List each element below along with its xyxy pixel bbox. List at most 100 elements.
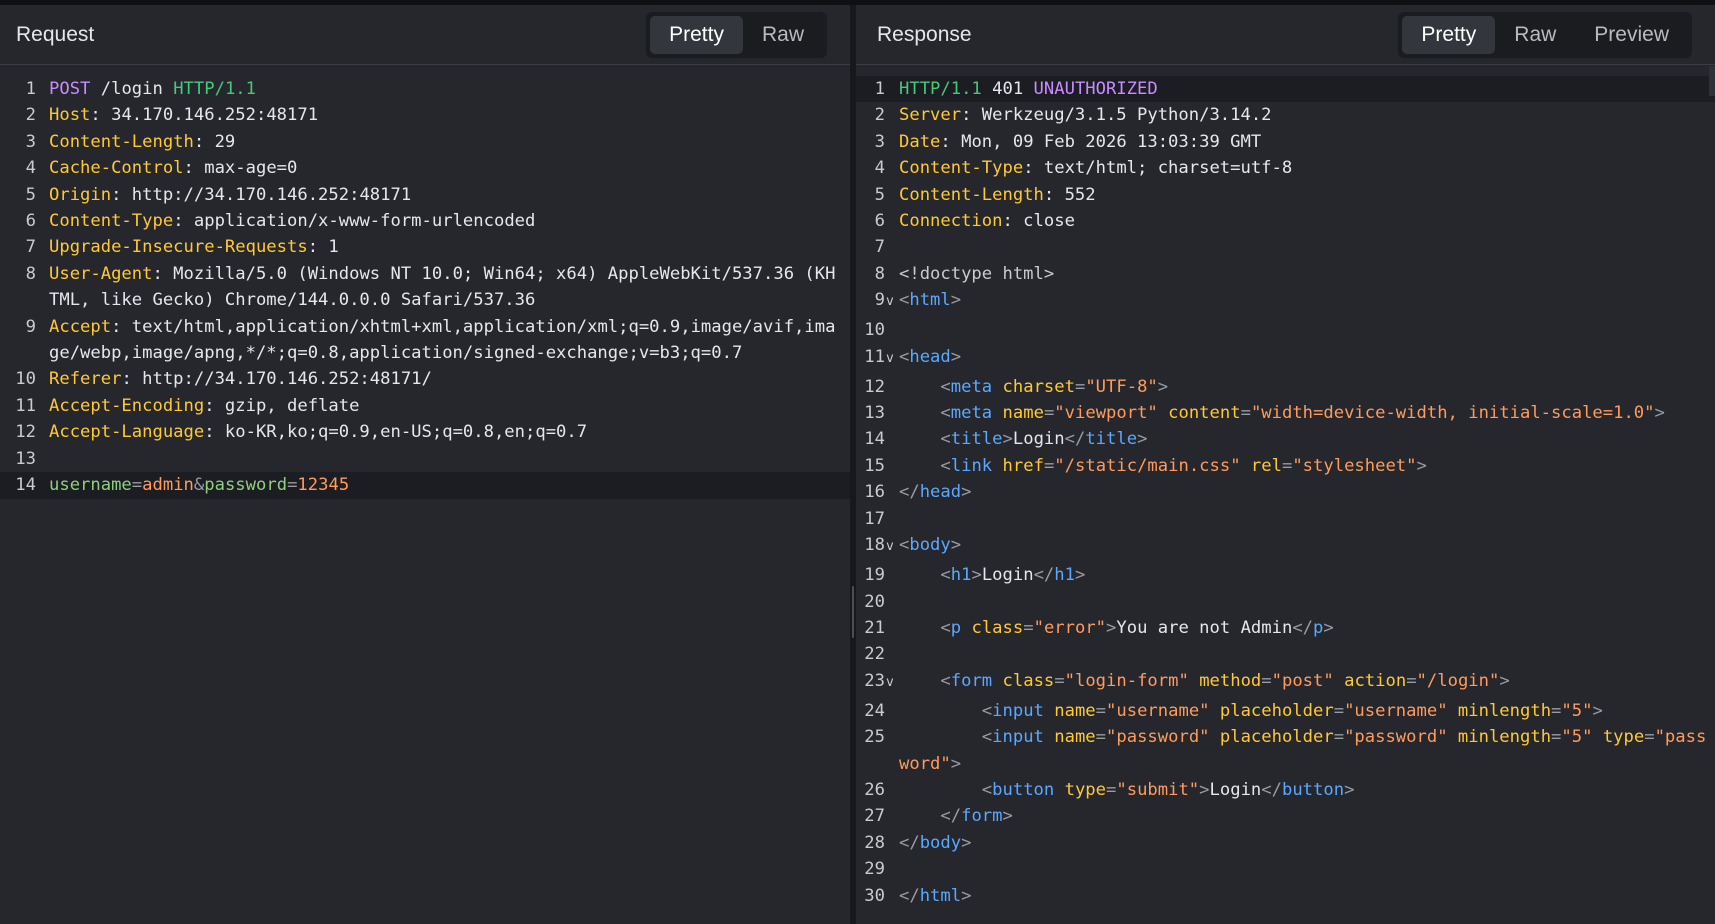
line-text: <head> [899,344,1715,374]
line-number: 7 [874,237,885,258]
gutter-gap [36,155,49,181]
request-view-tabs: Pretty Raw [646,11,827,58]
gutter-gap [36,182,49,208]
fold-toggle-icon[interactable]: v [885,287,899,317]
request-editor[interactable]: 1 POST /login HTTP/1.1 2 Host: 34.170.146.2… [0,65,850,499]
code-token: 12345 [297,475,350,496]
line-number: 9 [25,316,36,337]
code-token: title [1085,429,1138,450]
code-token: /login [90,79,174,99]
line-number: 19 [864,565,885,586]
code-token: "password" [1106,727,1210,748]
horizontal-scroll-indicator[interactable] [1709,66,1715,96]
line-number: 18 [864,535,885,556]
code-token: h1 [1054,565,1075,586]
line-number: 6 [874,211,885,232]
response-tab-pretty[interactable]: Pretty [1402,15,1496,54]
request-tab-pretty[interactable]: Pretty [650,15,743,54]
code-line: 12 <meta charset="UTF-8"> [856,374,1715,400]
response-tab-preview[interactable]: Preview [1575,16,1688,54]
code-token: : text/html; charset=utf-8 [1023,158,1293,179]
gutter-gap [885,856,899,882]
code-token: Upgrade-Insecure-Requests [49,237,308,258]
line-number: 5 [25,184,36,205]
code-token: = [1095,727,1107,748]
gutter-gap [885,234,899,260]
line-text: Server: Werkzeug/3.1.5 Python/3.14.2 [899,102,1715,128]
code-token: body [909,535,951,556]
code-token: </ [1292,617,1314,638]
code-token: < [899,565,951,586]
code-token: password [204,475,288,496]
line-text: <html> [899,287,1715,317]
code-token: : ko-KR,ko;q=0.9,en-US;q=0.8,en;q=0.7 [204,422,588,443]
gutter-gap [36,393,49,419]
code-line: 17 ​ [856,506,1715,532]
code-line: 7​ [856,234,1715,260]
line-text: <input name="username" placeholder="user… [899,698,1715,724]
line-text: ​ [899,317,1715,343]
code-token: : gzip, deflate [204,395,360,416]
gutter-gap [885,400,899,426]
code-token: < [899,535,910,556]
line-number: 11 [864,346,885,367]
code-line: 13 <meta name="viewport" content="width=… [856,400,1715,426]
code-token: Content-Length [899,184,1044,205]
fold-toggle-icon[interactable]: v [885,668,899,698]
code-token: p [1313,617,1324,638]
code-token: form [950,670,993,691]
code-token: title [950,429,1003,450]
code-token: You are not Admin [1116,617,1293,638]
code-line: 4 Cache-Control: max-age=0 [0,155,850,181]
code-line: 14 <title>Login</title> [856,426,1715,452]
fold-toggle-icon[interactable]: v [885,344,899,374]
line-number: 2 [25,105,36,126]
code-line: 28 </body> [856,830,1715,856]
code-token: Content-Type [49,211,174,232]
code-token: = [1023,617,1034,638]
code-token: "5" [1561,727,1593,748]
response-tab-raw[interactable]: Raw [1495,16,1575,54]
code-token: > [950,346,962,367]
gutter-gap [885,453,899,479]
gutter-gap [885,698,899,724]
code-line: 2 Host: 34.170.146.252:48171 [0,102,850,128]
code-token: head [909,346,951,367]
code-line: 8 <!doctype html> [856,261,1715,287]
line-number: 12 [864,376,885,397]
code-token: html [909,290,951,311]
gutter-gap [36,261,49,314]
line-number: 26 [864,779,885,800]
line-number: 8 [25,263,36,284]
gutter-gap [885,76,899,102]
gutter-gap [885,615,899,641]
code-token: Origin [49,184,112,205]
code-token: </ [899,482,920,503]
code-token: HTTP/1.1 [173,79,256,99]
request-tab-raw[interactable]: Raw [743,16,823,54]
code-token: Date [899,131,941,152]
code-token: action [1344,670,1407,691]
line-text: Origin: http://34.170.146.252:48171 [49,182,850,208]
gutter-gap [885,830,899,856]
code-token: > [950,290,962,311]
code-token: "password" [1344,727,1448,748]
line-text: ​ [899,589,1715,615]
code-line: 5 Content-Length: 552 [856,182,1715,208]
code-token: "login-form" [1064,670,1189,691]
fold-toggle-icon[interactable]: v [885,532,899,562]
code-token: = [1240,403,1251,424]
response-editor[interactable]: 1 HTTP/1.1 401 UNAUTHORIZED 2 Server: Werkz… [856,65,1715,909]
splitter-grip-handle[interactable] [852,586,854,638]
code-token: "5" [1561,700,1593,721]
line-number: 17 [864,508,885,529]
code-token: : text/html,application/xhtml+xml,applic… [49,316,836,364]
code-line: 9 v <html> [856,287,1715,317]
code-token: input [992,700,1044,721]
line-number: 14 [15,475,36,496]
code-token: > [1592,700,1603,721]
